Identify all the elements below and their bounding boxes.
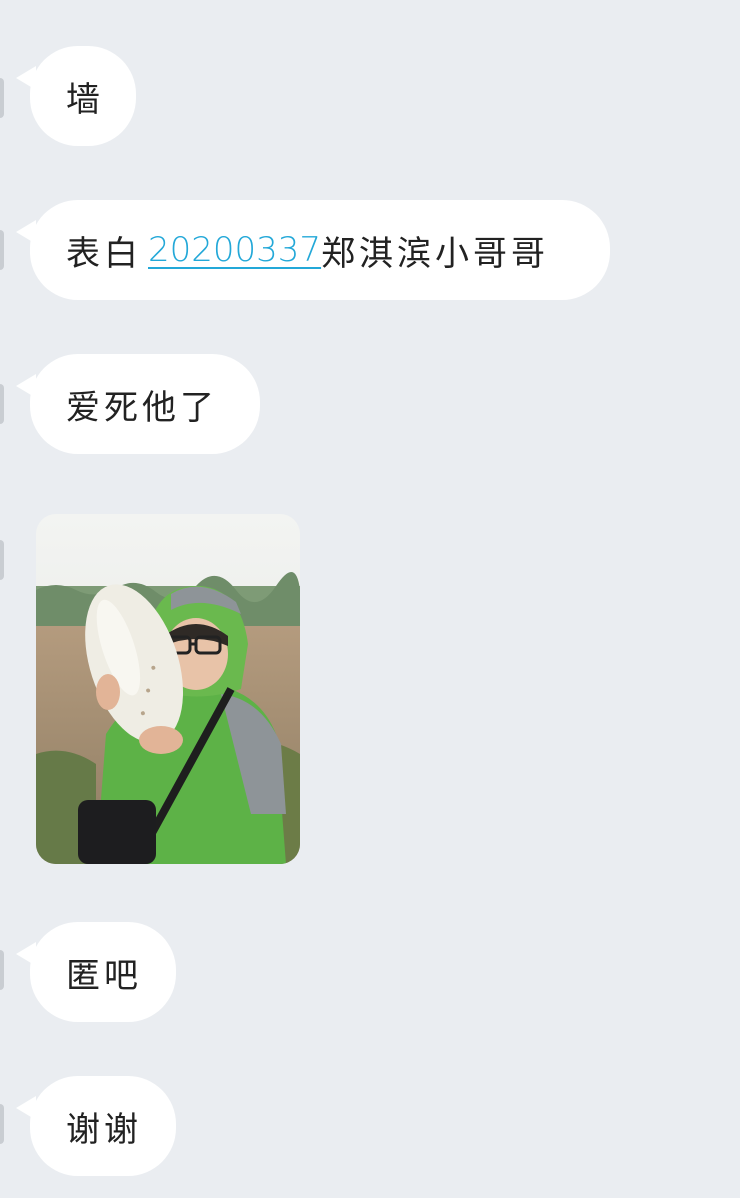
message-text: 墙 bbox=[66, 79, 104, 120]
avatar-edge bbox=[0, 540, 4, 580]
photo-thumbnail-icon bbox=[36, 514, 300, 864]
message-bubble[interactable]: 谢谢 bbox=[30, 1076, 176, 1176]
message-text: 匿吧 bbox=[66, 955, 142, 996]
avatar-edge bbox=[0, 78, 4, 118]
avatar-edge bbox=[0, 230, 4, 270]
message-bubble[interactable]: 匿吧 bbox=[30, 922, 176, 1022]
avatar-edge bbox=[0, 1104, 4, 1144]
message-bubble[interactable]: 表白 20200337 郑淇滨小哥哥 bbox=[30, 200, 610, 300]
message-bubble[interactable]: 爱死他了 bbox=[30, 354, 260, 454]
message-text: 谢谢 bbox=[66, 1109, 142, 1150]
message-link[interactable]: 20200337 bbox=[148, 230, 321, 270]
message-text: 表白 bbox=[66, 233, 142, 274]
message-bubble[interactable]: 墙 bbox=[30, 46, 136, 146]
message-text: 郑淇滨小哥哥 bbox=[321, 233, 550, 274]
avatar-edge bbox=[0, 950, 4, 990]
message-text: 爱死他了 bbox=[66, 387, 218, 428]
avatar-edge bbox=[0, 384, 4, 424]
photo-message[interactable] bbox=[36, 514, 300, 864]
